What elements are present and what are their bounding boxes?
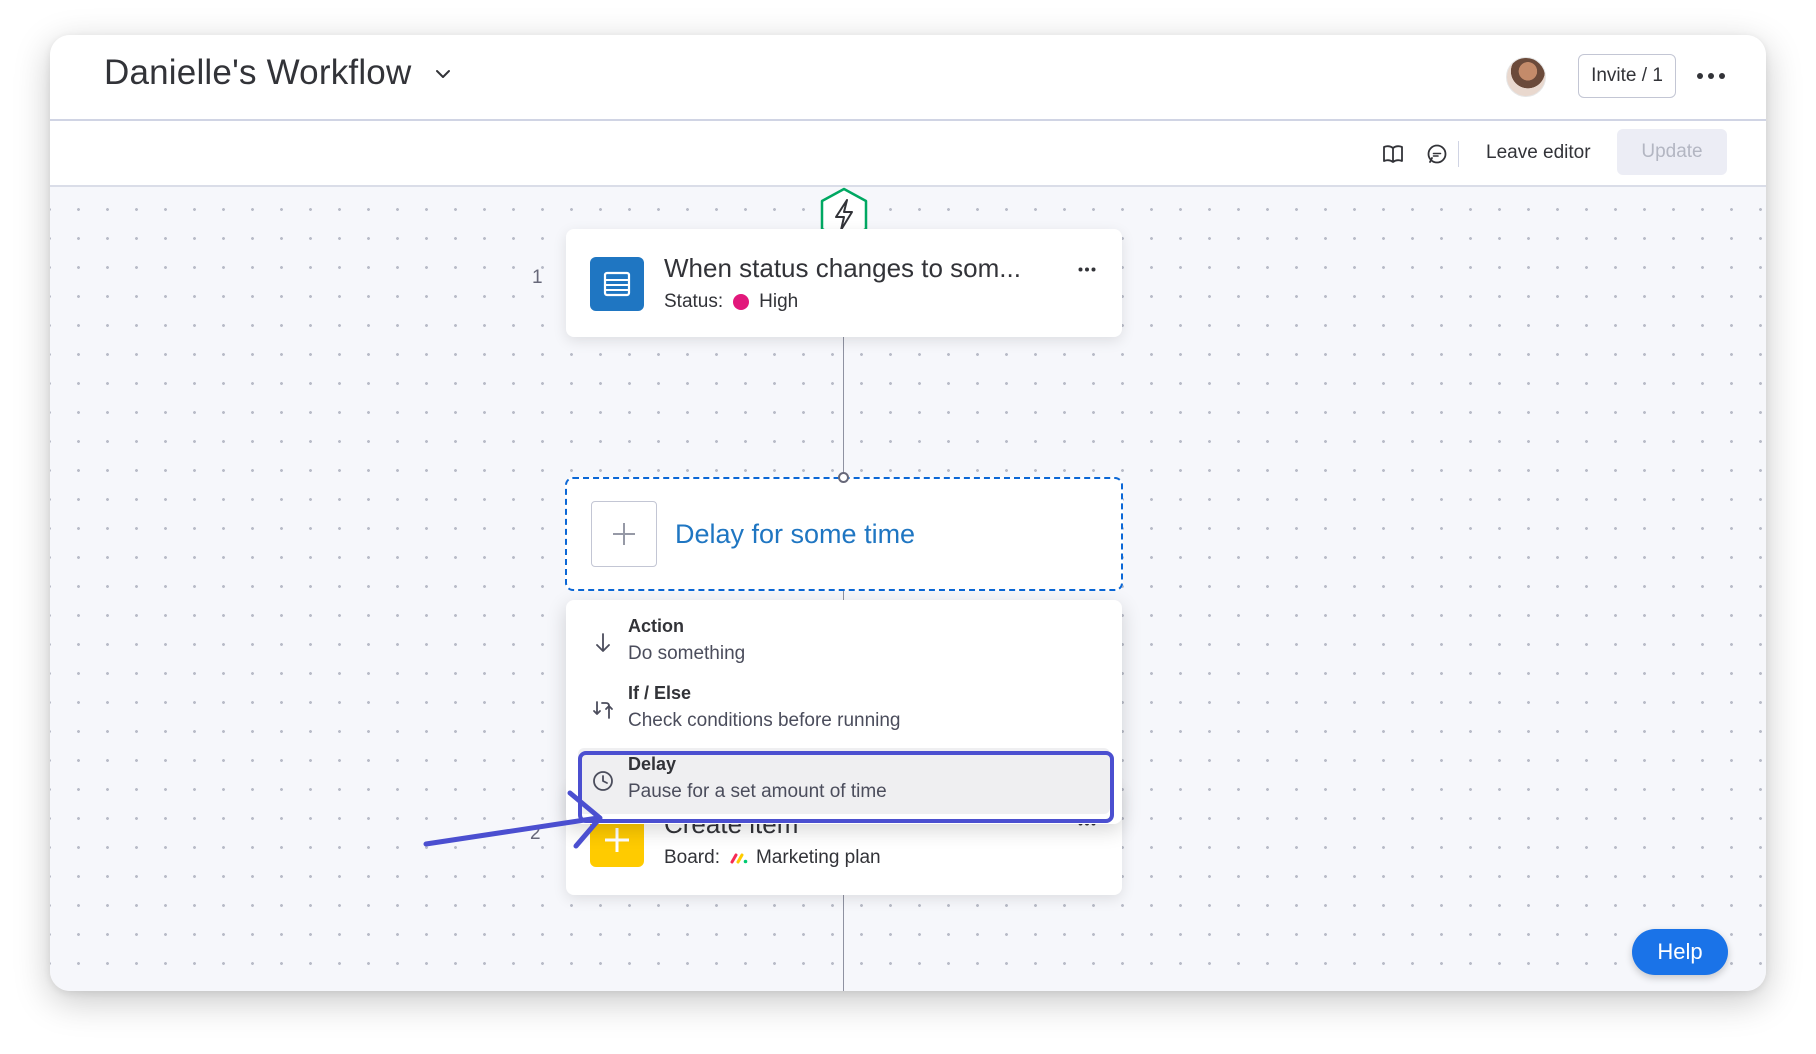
help-button[interactable]: Help bbox=[1632, 929, 1728, 975]
trigger-title: When status changes to som... bbox=[664, 253, 1021, 283]
action-board: Board: Marketing plan bbox=[664, 847, 881, 869]
book-icon[interactable] bbox=[1380, 141, 1406, 167]
workflow-canvas[interactable]: 1 When status changes to som... Status: … bbox=[50, 187, 1766, 991]
avatar[interactable] bbox=[1506, 57, 1546, 97]
monday-logo-icon bbox=[730, 853, 748, 864]
placeholder-label: Delay for some time bbox=[675, 519, 916, 549]
menu-item-title: If / Else bbox=[628, 683, 692, 703]
editor-toolbar: Leave editor Update bbox=[50, 121, 1766, 187]
board-icon bbox=[590, 257, 644, 311]
leave-editor-button[interactable]: Leave editor bbox=[1486, 142, 1591, 164]
top-bar: Danielle's Workflow Invite / 1 bbox=[50, 35, 1766, 121]
action-board-value: Marketing plan bbox=[755, 847, 881, 868]
action-board-label: Board: bbox=[664, 847, 720, 868]
menu-item-action[interactable]: Action Do something bbox=[578, 610, 1110, 676]
chevron-down-icon[interactable] bbox=[432, 63, 454, 85]
branch-icon bbox=[593, 701, 613, 719]
toolbar-divider bbox=[1458, 141, 1459, 167]
menu-item-if-else[interactable]: If / Else Check conditions before runnin… bbox=[578, 677, 1110, 743]
step-number: 1 bbox=[532, 267, 543, 288]
selection-highlight bbox=[578, 751, 1114, 823]
trigger-condition: Status: High bbox=[664, 291, 798, 313]
workflow-title[interactable]: Danielle's Workflow bbox=[104, 53, 411, 93]
invite-button[interactable]: Invite / 1 bbox=[1578, 54, 1676, 98]
more-options-icon[interactable] bbox=[1694, 61, 1728, 91]
arrow-down-icon bbox=[596, 633, 610, 652]
menu-item-description: Check conditions before running bbox=[628, 710, 901, 731]
menu-item-description: Do something bbox=[628, 643, 746, 664]
trigger-condition-label: Status: bbox=[664, 291, 724, 312]
pointer-arrow-icon bbox=[423, 790, 603, 849]
connector-anchor bbox=[838, 472, 849, 483]
plus-icon bbox=[613, 523, 635, 545]
status-color-dot bbox=[733, 294, 750, 310]
trigger-card[interactable]: When status changes to som... Status: Hi… bbox=[566, 229, 1122, 337]
delay-placeholder[interactable]: Delay for some time bbox=[565, 477, 1123, 591]
menu-item-title: Action bbox=[628, 616, 684, 636]
update-button[interactable]: Update bbox=[1617, 129, 1727, 175]
app-window: Danielle's Workflow Invite / 1 Leave edi… bbox=[50, 35, 1766, 991]
card-more-icon[interactable] bbox=[1074, 259, 1100, 279]
add-step-button[interactable] bbox=[591, 501, 657, 567]
trigger-condition-value: High bbox=[759, 291, 799, 312]
feedback-icon[interactable] bbox=[1424, 141, 1450, 167]
